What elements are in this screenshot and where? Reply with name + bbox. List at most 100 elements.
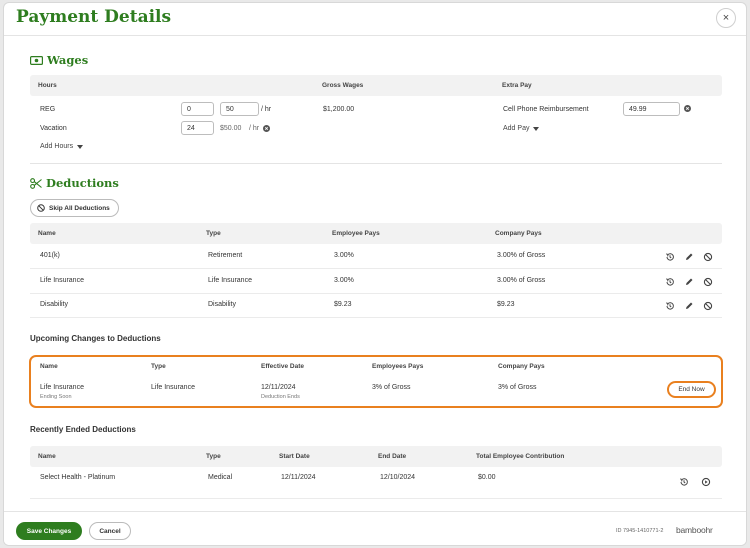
name-column-header: Name: [38, 453, 56, 460]
modal-header: Payment Details ×: [4, 3, 746, 36]
pencil-icon[interactable]: [684, 252, 694, 262]
extra-pay-label: Cell Phone Reimbursement: [503, 106, 589, 113]
save-changes-button[interactable]: Save Changes: [16, 522, 82, 540]
close-button[interactable]: ×: [716, 8, 736, 28]
deduction-employee-pays: 3.00%: [334, 252, 354, 259]
upcoming-type: Life Insurance: [151, 384, 195, 391]
reg-hours-input[interactable]: [181, 102, 214, 116]
row-divider: [30, 317, 722, 318]
logo-text: bamboohr: [676, 525, 713, 535]
play-circle-icon[interactable]: [701, 477, 711, 487]
add-hours-label: Add Hours: [40, 143, 74, 150]
extra-pay-input[interactable]: [623, 102, 680, 116]
deduction-employee-pays: $9.23: [334, 301, 352, 308]
bamboohr-logo: bamboohr: [676, 525, 713, 535]
deduction-type: Life Insurance: [208, 277, 252, 284]
wages-title: Wages: [47, 53, 89, 67]
type-column-header: Type: [206, 230, 221, 237]
deduction-type: Disability: [208, 301, 237, 308]
deduction-type: Retirement: [208, 252, 243, 259]
ban-icon[interactable]: [703, 301, 713, 311]
upcoming-effective-sub: Deduction Ends: [261, 394, 300, 400]
end-date-column-header: End Date: [378, 453, 407, 460]
ended-table-header: Name Type Start Date End Date Total Empl…: [30, 446, 722, 467]
name-column-header: Name: [40, 363, 58, 370]
vacation-label: Vacation: [40, 125, 67, 132]
reg-rate-unit: / hr: [261, 106, 272, 113]
remove-circle-icon[interactable]: [263, 125, 270, 132]
caret-down-icon: [533, 126, 540, 131]
add-hours-dropdown[interactable]: Add Hours: [40, 143, 84, 150]
deductions-section-title: Deductions: [30, 176, 119, 190]
add-pay-dropdown[interactable]: Add Pay: [503, 125, 540, 132]
row-divider: [30, 268, 722, 269]
type-column-header: Type: [206, 453, 221, 460]
ban-icon: [37, 204, 45, 212]
reg-gross-wages: $1,200.00: [323, 106, 355, 113]
name-column-header: Name: [38, 230, 56, 237]
add-pay-label: Add Pay: [503, 125, 530, 132]
vacation-rate: $50.00: [220, 125, 242, 132]
ended-start-date: 12/11/2024: [281, 474, 316, 481]
vacation-hours-input[interactable]: [181, 121, 214, 135]
page-title: Payment Details: [16, 7, 172, 27]
type-column-header: Type: [151, 363, 166, 370]
upcoming-changes-table: Name Type Effective Date Employees Pays …: [29, 355, 723, 408]
ended-total-contribution: $0.00: [478, 474, 496, 481]
start-date-column-header: Start Date: [279, 453, 310, 460]
wages-section-title: Wages: [30, 53, 88, 67]
row-divider: [30, 293, 722, 294]
cancel-button[interactable]: Cancel: [89, 522, 131, 540]
pencil-icon[interactable]: [684, 277, 694, 287]
deduction-company-pays: $9.23: [497, 301, 515, 308]
money-icon: [30, 55, 43, 65]
caret-down-icon: [77, 144, 84, 149]
modal-footer: Save Changes Cancel ID 7945-1410771-2 ba…: [4, 511, 746, 545]
upcoming-name-sub: Ending Soon: [40, 394, 72, 400]
pencil-icon[interactable]: [684, 301, 694, 311]
payment-details-modal: Payment Details × Wages Hours Gross Wage…: [3, 2, 747, 546]
gross-wages-column-header: Gross Wages: [322, 82, 364, 89]
company-pays-column-header: Company Pays: [498, 363, 545, 370]
wages-table-header: Hours Gross Wages Extra Pay: [30, 75, 722, 96]
upcoming-effective-date: 12/11/2024: [261, 384, 296, 391]
deduction-name: 401(k): [40, 252, 60, 259]
section-divider: [30, 163, 722, 164]
hours-column-header: Hours: [38, 82, 57, 89]
reg-rate-input[interactable]: [220, 102, 259, 116]
history-icon[interactable]: [665, 252, 675, 262]
history-icon[interactable]: [665, 277, 675, 287]
effective-date-column-header: Effective Date: [261, 363, 304, 370]
extra-pay-column-header: Extra Pay: [502, 82, 532, 89]
deduction-company-pays: 3.00% of Gross: [497, 277, 546, 284]
skip-all-label: Skip All Deductions: [49, 204, 110, 212]
ended-type: Medical: [208, 474, 233, 481]
ban-icon[interactable]: [703, 252, 713, 262]
reg-label: REG: [40, 106, 56, 113]
ended-name: Select Health - Platinum: [40, 474, 116, 481]
history-icon[interactable]: [679, 477, 689, 487]
upcoming-company-pays: 3% of Gross: [498, 384, 537, 391]
deduction-employee-pays: 3.00%: [334, 277, 354, 284]
upcoming-employees-pays: 3% of Gross: [372, 384, 411, 391]
employee-pays-column-header: Employee Pays: [332, 230, 380, 237]
remove-circle-icon[interactable]: [684, 105, 691, 112]
recently-ended-title: Recently Ended Deductions: [30, 425, 136, 434]
end-now-button[interactable]: End Now: [667, 381, 716, 398]
total-contribution-column-header: Total Employee Contribution: [476, 453, 565, 460]
history-icon[interactable]: [665, 301, 675, 311]
record-id: ID 7945-1410771-2: [616, 528, 664, 534]
row-divider: [30, 498, 722, 499]
deduction-name: Disability: [40, 301, 69, 308]
vacation-rate-unit: / hr: [249, 125, 260, 132]
upcoming-name: Life Insurance: [40, 384, 84, 391]
deduction-name: Life Insurance: [40, 277, 84, 284]
ban-icon[interactable]: [703, 277, 713, 287]
deductions-table-header: Name Type Employee Pays Company Pays: [30, 223, 722, 244]
upcoming-changes-title: Upcoming Changes to Deductions: [30, 334, 161, 343]
company-pays-column-header: Company Pays: [495, 230, 542, 237]
skip-all-deductions-button[interactable]: Skip All Deductions: [30, 199, 119, 217]
scissors-icon: [30, 177, 42, 189]
deductions-title: Deductions: [46, 176, 119, 190]
modal-content[interactable]: Wages Hours Gross Wages Extra Pay REG / …: [4, 37, 746, 511]
